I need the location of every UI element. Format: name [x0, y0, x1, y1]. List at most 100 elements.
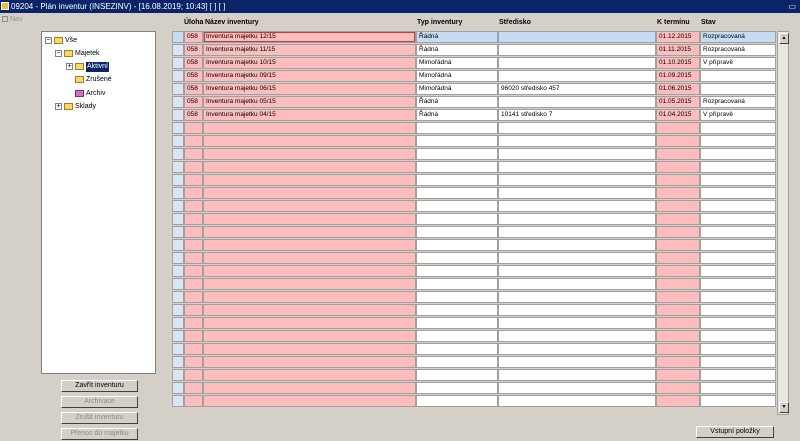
cell-deadline[interactable]: 01.05.2015: [656, 96, 700, 108]
column-header-status[interactable]: Stav: [701, 19, 716, 26]
cell-status[interactable]: [700, 200, 776, 212]
row-indicator[interactable]: [172, 382, 184, 394]
cell-center[interactable]: [498, 213, 656, 225]
restore-window-icon[interactable]: ▭: [788, 0, 796, 13]
cell-center[interactable]: [498, 252, 656, 264]
row-indicator[interactable]: [172, 304, 184, 316]
cell-type[interactable]: Mimořádná: [416, 83, 498, 95]
cell-center[interactable]: [498, 291, 656, 303]
table-row[interactable]: [172, 239, 776, 252]
cell-status[interactable]: [700, 330, 776, 342]
cell-type[interactable]: Řádná: [416, 96, 498, 108]
cell-deadline[interactable]: [656, 343, 700, 355]
cell-center[interactable]: 96020 středisko 457: [498, 83, 656, 95]
entry-items-button[interactable]: Vstupní položky: [696, 426, 774, 438]
cell-name[interactable]: [203, 382, 416, 394]
cell-deadline[interactable]: [656, 265, 700, 277]
table-row[interactable]: 058 Inventura majetku 06/15 Mimořádná 96020…: [172, 83, 776, 96]
cell-center[interactable]: [498, 382, 656, 394]
row-indicator[interactable]: [172, 174, 184, 186]
cell-task[interactable]: [184, 278, 203, 290]
row-indicator[interactable]: [172, 291, 184, 303]
cell-type[interactable]: [416, 122, 498, 134]
cell-name[interactable]: [203, 226, 416, 238]
cell-status[interactable]: V přípravě: [700, 57, 776, 69]
cell-task[interactable]: [184, 291, 203, 303]
table-row[interactable]: [172, 213, 776, 226]
cell-name[interactable]: [203, 174, 416, 186]
cell-name[interactable]: [203, 291, 416, 303]
table-row[interactable]: [172, 174, 776, 187]
cell-status[interactable]: [700, 265, 776, 277]
cell-task[interactable]: 058: [184, 44, 203, 56]
collapse-icon[interactable]: −: [55, 50, 62, 57]
cell-status[interactable]: [700, 70, 776, 82]
cell-center[interactable]: [498, 187, 656, 199]
cell-center[interactable]: [498, 31, 656, 43]
cell-name[interactable]: [203, 200, 416, 212]
cell-name[interactable]: [203, 239, 416, 251]
cell-center[interactable]: [498, 343, 656, 355]
cell-status[interactable]: [700, 161, 776, 173]
cell-type[interactable]: [416, 304, 498, 316]
table-row[interactable]: [172, 304, 776, 317]
cell-type[interactable]: [416, 174, 498, 186]
cell-deadline[interactable]: [656, 148, 700, 160]
cell-center[interactable]: [498, 317, 656, 329]
row-indicator[interactable]: [172, 317, 184, 329]
cell-center[interactable]: [498, 161, 656, 173]
table-row[interactable]: [172, 343, 776, 356]
cell-task[interactable]: [184, 187, 203, 199]
cell-center[interactable]: [498, 44, 656, 56]
cell-deadline[interactable]: [656, 291, 700, 303]
cell-deadline[interactable]: 01.09.2015: [656, 70, 700, 82]
table-row[interactable]: [172, 252, 776, 265]
cell-deadline[interactable]: [656, 239, 700, 251]
cell-type[interactable]: [416, 317, 498, 329]
cell-deadline[interactable]: [656, 395, 700, 407]
cell-type[interactable]: [416, 278, 498, 290]
cell-deadline[interactable]: 01.04.2015: [656, 109, 700, 121]
cell-name[interactable]: Inventura majetku 10/15: [203, 57, 416, 69]
cell-task[interactable]: [184, 148, 203, 160]
row-indicator[interactable]: [172, 83, 184, 95]
cell-task[interactable]: 058: [184, 109, 203, 121]
cell-task[interactable]: [184, 395, 203, 407]
table-row[interactable]: 058 Inventura majetku 12/15 Řádná 01.12.201…: [172, 31, 776, 44]
row-indicator[interactable]: [172, 213, 184, 225]
cell-type[interactable]: [416, 356, 498, 368]
cell-status[interactable]: [700, 148, 776, 160]
cell-status[interactable]: [700, 278, 776, 290]
table-row[interactable]: [172, 317, 776, 330]
collapse-icon[interactable]: −: [45, 37, 52, 44]
cell-status[interactable]: [700, 239, 776, 251]
table-row[interactable]: 058 Inventura majetku 11/15 Řádná 01.11.201…: [172, 44, 776, 57]
cell-center[interactable]: [498, 148, 656, 160]
cell-deadline[interactable]: [656, 122, 700, 134]
row-indicator[interactable]: [172, 109, 184, 121]
cell-center[interactable]: [498, 330, 656, 342]
cell-name[interactable]: Inventura majetku 09/15: [203, 70, 416, 82]
cell-name[interactable]: [203, 330, 416, 342]
row-indicator[interactable]: [172, 395, 184, 407]
cell-center[interactable]: [498, 265, 656, 277]
cell-status[interactable]: [700, 213, 776, 225]
row-indicator[interactable]: [172, 122, 184, 134]
cell-status[interactable]: [700, 317, 776, 329]
cell-task[interactable]: [184, 226, 203, 238]
close-inventory-button[interactable]: Zavřít inventuru: [61, 380, 138, 392]
cell-deadline[interactable]: [656, 135, 700, 147]
cell-name[interactable]: Inventura majetku 05/15: [203, 96, 416, 108]
expand-icon[interactable]: +: [55, 103, 62, 110]
cell-deadline[interactable]: [656, 369, 700, 381]
table-row[interactable]: 058 Inventura majetku 10/15 Mimořádná 01.10…: [172, 57, 776, 70]
cell-deadline[interactable]: [656, 200, 700, 212]
cell-task[interactable]: 058: [184, 96, 203, 108]
cell-status[interactable]: [700, 226, 776, 238]
cell-deadline[interactable]: [656, 213, 700, 225]
cell-status[interactable]: [700, 187, 776, 199]
cell-task[interactable]: 058: [184, 70, 203, 82]
cell-type[interactable]: Mimořádná: [416, 57, 498, 69]
cell-task[interactable]: [184, 161, 203, 173]
cell-center[interactable]: 10141 středisko 7: [498, 109, 656, 121]
